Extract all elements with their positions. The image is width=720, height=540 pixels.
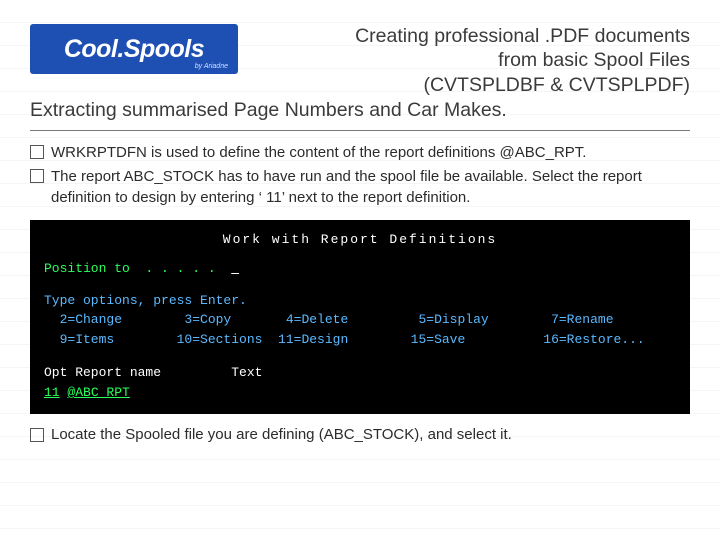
bullet-text: The report ABC_STOCK has to have run and… [51,167,690,208]
terminal-column-header: Opt Report name Text [44,363,676,383]
subtitle: Extracting summarised Page Numbers and C… [30,99,690,122]
title-line-2: from basic Spool Files [248,48,690,72]
trailer-bullet: Locate the Spooled file you are defining… [30,426,690,443]
bullet-text: WRKRPTDFN is used to define the content … [51,143,690,163]
checkbox-icon [30,145,44,159]
terminal-row: Position to . . . . . [44,259,676,279]
terminal-title: Work with Report Definitions [44,230,676,250]
list-item: The report ABC_STOCK has to have run and… [30,167,690,208]
terminal-screenshot: Work with Report Definitions Position to… [30,220,690,415]
title-block: Creating professional .PDF documents fro… [238,24,690,97]
coolspools-logo: Cool.Spools by Ariadne [30,24,238,74]
position-label: Position to . . . . . [44,261,231,276]
slide: Cool.Spools by Ariadne Creating professi… [0,0,720,540]
report-name: @ABC_RPT [67,385,129,400]
terminal-data-row: 11 @ABC_RPT [44,383,676,403]
position-input [231,259,319,279]
header-row: Cool.Spools by Ariadne Creating professi… [30,24,690,97]
checkbox-icon [30,428,44,442]
logo-subtext: by Ariadne [195,63,228,70]
logo-text: Cool.Spools [64,35,204,64]
bullet-list: WRKRPTDFN is used to define the content … [30,143,690,208]
terminal-options-row: 9=Items 10=Sections 11=Design 15=Save 16… [44,330,676,350]
checkbox-icon [30,169,44,183]
title-line-1: Creating professional .PDF documents [248,24,690,48]
terminal-options-row: 2=Change 3=Copy 4=Delete 5=Display 7=Ren… [44,310,676,330]
divider [30,130,690,131]
terminal-instruction: Type options, press Enter. [44,291,676,311]
list-item: WRKRPTDFN is used to define the content … [30,143,690,163]
title-line-3: (CVTSPLDBF & CVTSPLPDF) [248,73,690,97]
opt-input: 11 [44,385,60,400]
trailer-text: Locate the Spooled file you are defining… [51,426,690,443]
